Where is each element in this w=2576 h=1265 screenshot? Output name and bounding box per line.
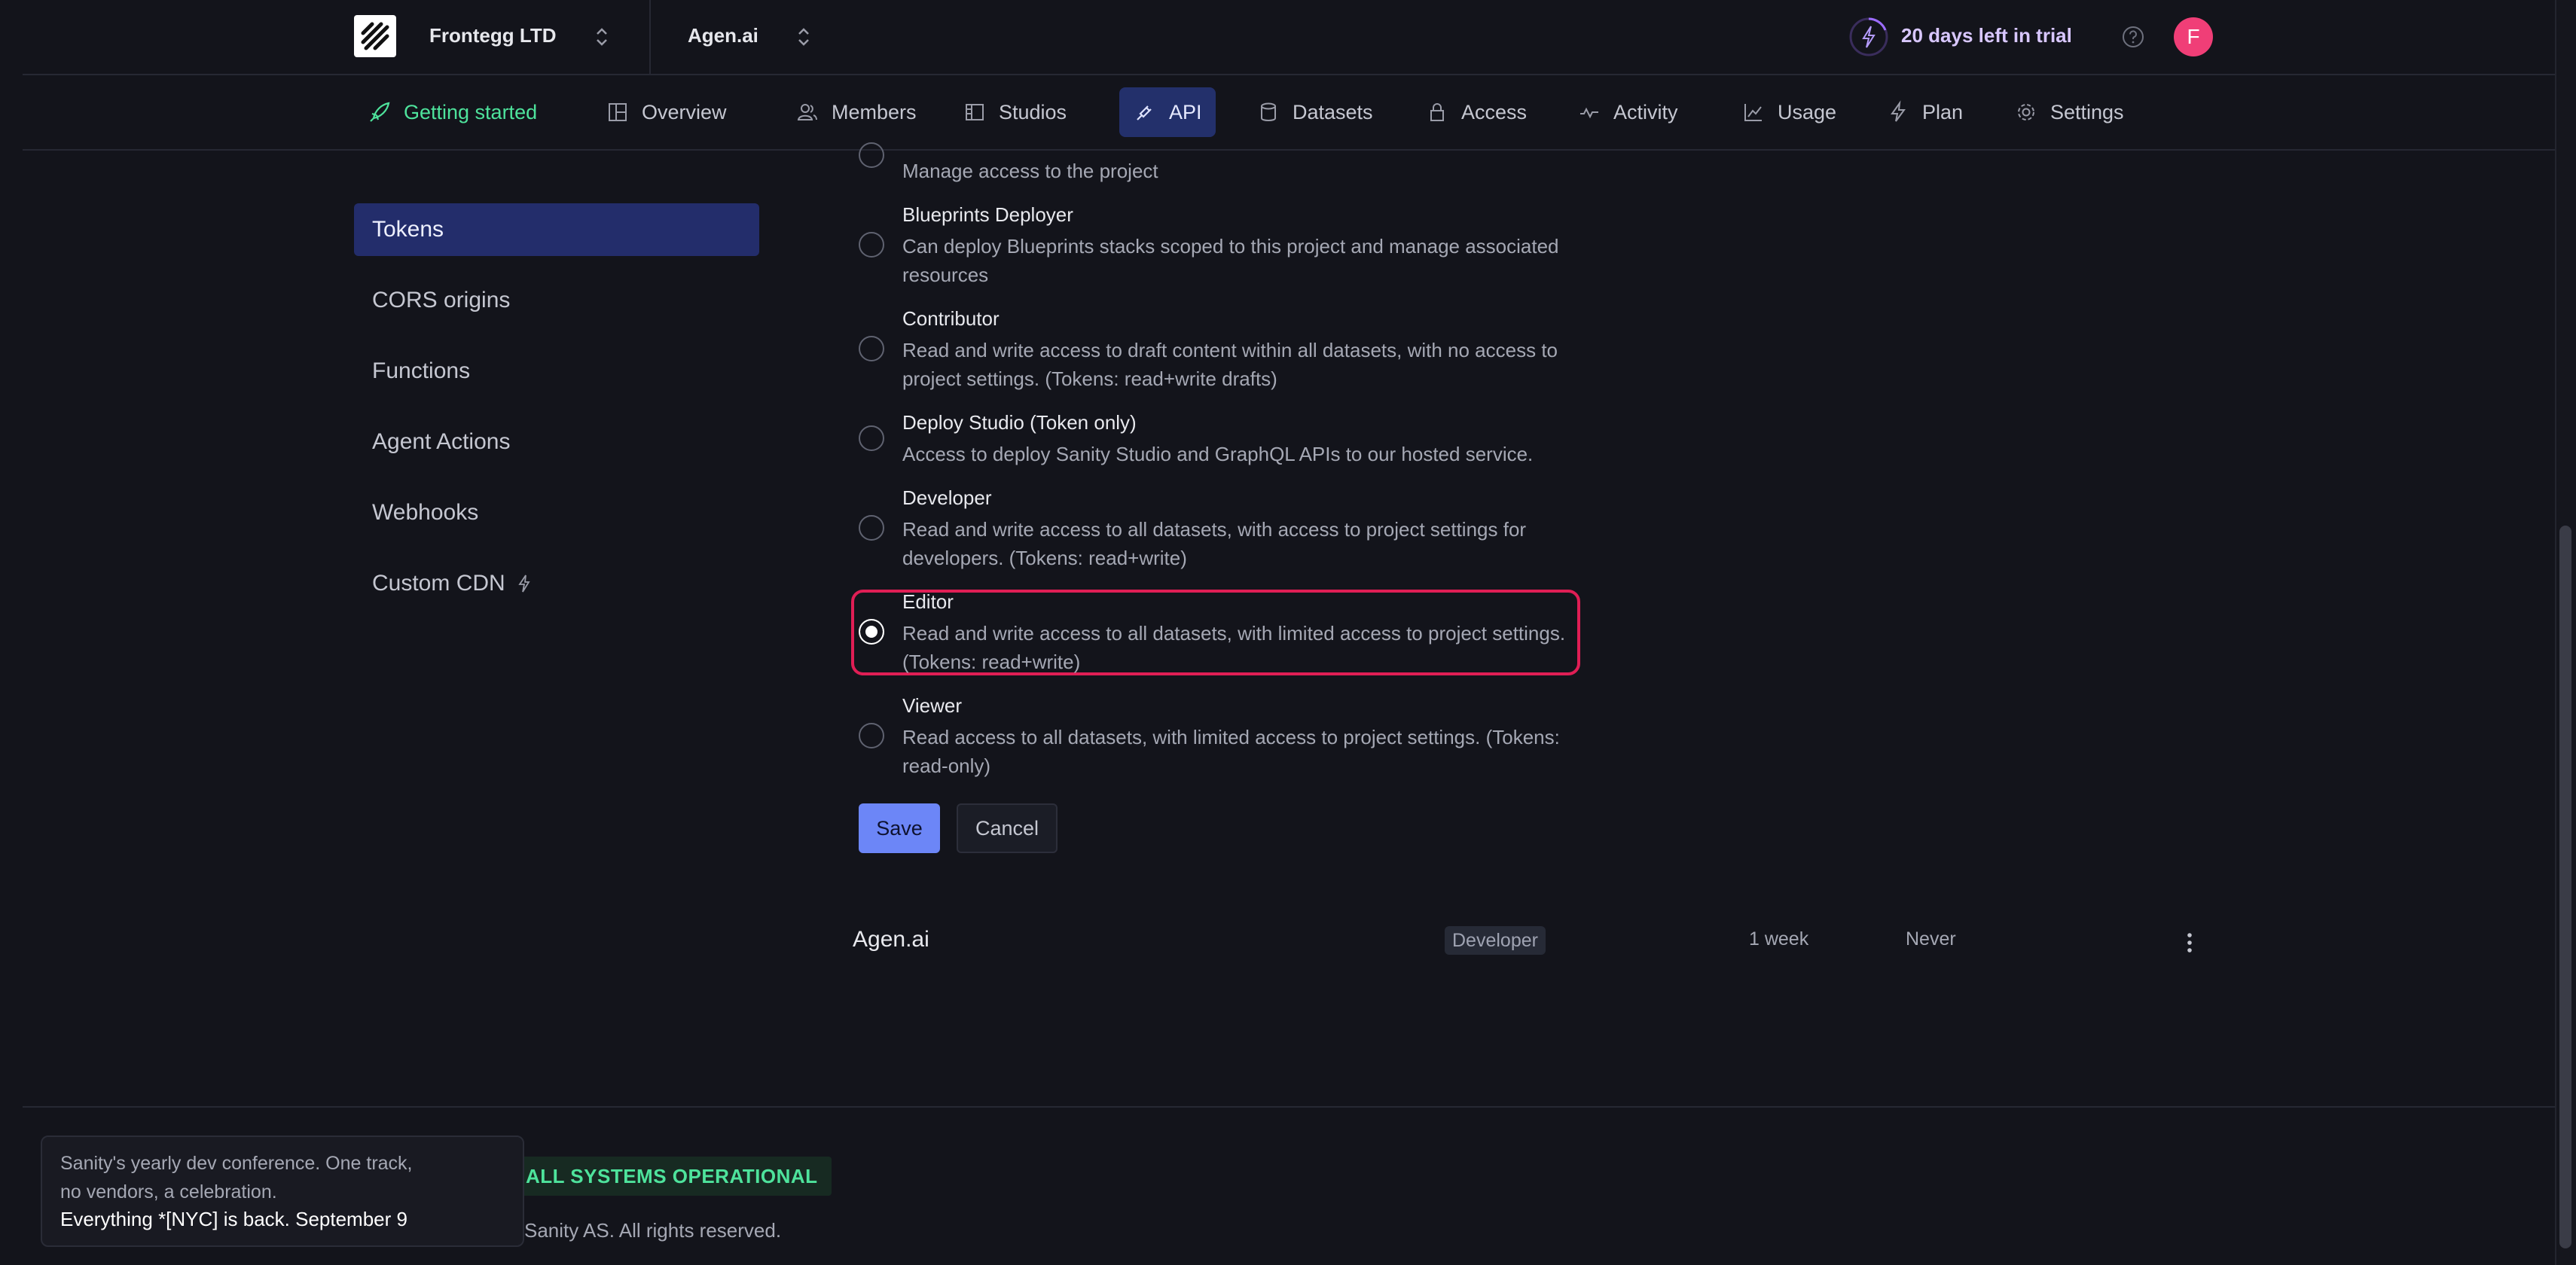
top-bar: Frontegg LTD Agen.ai 20 days left in tri… [23, 0, 2555, 75]
role-radio-viewer[interactable] [859, 723, 884, 748]
role-description: Manage access to the project [902, 160, 1158, 182]
status-badge[interactable]: ALL SYSTEMS OPERATIONAL [502, 1157, 832, 1196]
avatar[interactable]: F [2174, 17, 2213, 56]
tab-settings[interactable]: Settings [2001, 87, 2138, 137]
topbar-divider [649, 0, 651, 75]
tab-label: API [1169, 100, 1202, 123]
tab-plan[interactable]: Plan [1872, 87, 1976, 137]
role-title: Contributor [902, 307, 1000, 330]
role-description: Read access to all datasets, with limite… [902, 726, 1560, 777]
rocket-icon [368, 100, 392, 124]
help-icon[interactable] [2121, 25, 2145, 49]
users-icon [795, 100, 819, 124]
sidebar-item-tokens[interactable]: Tokens [354, 203, 759, 256]
role-radio-editor[interactable] [859, 619, 884, 645]
save-button[interactable]: Save [859, 803, 940, 853]
role-title: Deploy Studio (Token only) [902, 411, 1137, 434]
tab-datasets[interactable]: Datasets [1243, 87, 1387, 137]
token-name: Agen.ai [853, 927, 929, 952]
tab-label: Studios [999, 100, 1067, 123]
bolt-icon [516, 574, 533, 593]
footer-divider [23, 1106, 2555, 1108]
role-radio-blueprints-deployer[interactable] [859, 232, 884, 258]
role-title: Blueprints Deployer [902, 203, 1073, 226]
layout-icon [606, 100, 630, 124]
tab-label: Settings [2050, 100, 2124, 123]
tab-label: Getting started [404, 100, 538, 123]
tab-label: Usage [1778, 100, 1837, 123]
role-description: Can deploy Blueprints stacks scoped to t… [902, 235, 1559, 286]
role-description: Read and write access to all datasets, w… [902, 518, 1527, 569]
tab-label: Plan [1922, 100, 1964, 123]
sidebar-item-label: Custom CDN [372, 571, 505, 596]
sidebar-item-cors-origins[interactable]: CORS origins [354, 274, 759, 327]
sidebar-item-label: Agent Actions [372, 429, 511, 454]
org-switcher-chevron-icon[interactable] [594, 24, 610, 50]
role-radio-partial[interactable] [859, 142, 884, 168]
scrollbar-thumb[interactable] [2559, 526, 2571, 1248]
plug-icon [1133, 100, 1157, 124]
token-last-used: Never [1906, 928, 1956, 950]
sidebar-item-label: CORS origins [372, 288, 511, 312]
tab-studios[interactable]: Studios [949, 87, 1080, 137]
token-role-badge: Developer [1445, 926, 1546, 955]
sidebar-item-agent-actions[interactable]: Agent Actions [354, 416, 759, 468]
database-icon [1256, 100, 1280, 124]
trial-status-text[interactable]: 20 days left in trial [1901, 24, 2072, 47]
role-radio-deploy-studio[interactable] [859, 425, 884, 451]
tab-api[interactable]: API [1119, 87, 1216, 137]
tab-label: Access [1461, 100, 1528, 123]
sidebar-item-label: Functions [372, 358, 471, 383]
role-title: Viewer [902, 694, 963, 717]
tab-activity[interactable]: Activity [1564, 87, 1692, 137]
tab-usage[interactable]: Usage [1728, 87, 1850, 137]
lock-icon [1425, 100, 1449, 124]
tab-label: Activity [1613, 100, 1678, 123]
tab-members[interactable]: Members [782, 87, 930, 137]
sidebar-item-functions[interactable]: Functions [354, 345, 759, 398]
bolt-icon [1886, 100, 1910, 124]
token-created: 1 week [1749, 928, 1809, 950]
role-description: Read and write access to all datasets, w… [902, 622, 1566, 673]
studio-icon [963, 100, 987, 124]
activity-icon [1577, 100, 1601, 124]
tab-label: Overview [642, 100, 727, 123]
project-switcher-label[interactable]: Agen.ai [688, 24, 758, 47]
role-description: Read and write access to draft content w… [902, 339, 1558, 390]
more-options-icon[interactable] [2178, 929, 2201, 956]
tab-label: Datasets [1293, 100, 1373, 123]
promo-text: Sanity's yearly dev conference. One trac… [60, 1153, 413, 1203]
role-title: Developer [902, 486, 992, 509]
gear-icon [2014, 100, 2038, 124]
project-switcher-chevron-icon[interactable] [795, 24, 812, 50]
role-radio-contributor[interactable] [859, 336, 884, 361]
org-switcher-label[interactable]: Frontegg LTD [429, 24, 556, 47]
conference-promo-toast[interactable]: Sanity's yearly dev conference. One trac… [41, 1135, 524, 1247]
tab-getting-started[interactable]: Getting started [354, 87, 551, 137]
project-nav: Getting started Overview Members Studios… [23, 75, 2555, 151]
chart-icon [1741, 100, 1766, 124]
role-title: Editor [902, 590, 954, 613]
org-logo[interactable] [354, 15, 396, 57]
sidebar-item-webhooks[interactable]: Webhooks [354, 486, 759, 539]
cancel-button[interactable]: Cancel [957, 803, 1058, 853]
sidebar-item-custom-cdn[interactable]: Custom CDN [354, 557, 759, 610]
promo-link[interactable]: Everything *[NYC] is back. September 9 [60, 1208, 505, 1231]
sidebar-item-label: Tokens [372, 217, 444, 242]
role-radio-developer[interactable] [859, 515, 884, 541]
sidebar-item-label: Webhooks [372, 500, 479, 525]
tab-overview[interactable]: Overview [592, 87, 740, 137]
tab-access[interactable]: Access [1412, 87, 1540, 137]
tab-label: Members [832, 100, 917, 123]
role-description: Access to deploy Sanity Studio and Graph… [902, 443, 1534, 465]
trial-progress-icon[interactable] [1848, 17, 1889, 57]
copyright-text: Sanity AS. All rights reserved. [524, 1219, 782, 1242]
